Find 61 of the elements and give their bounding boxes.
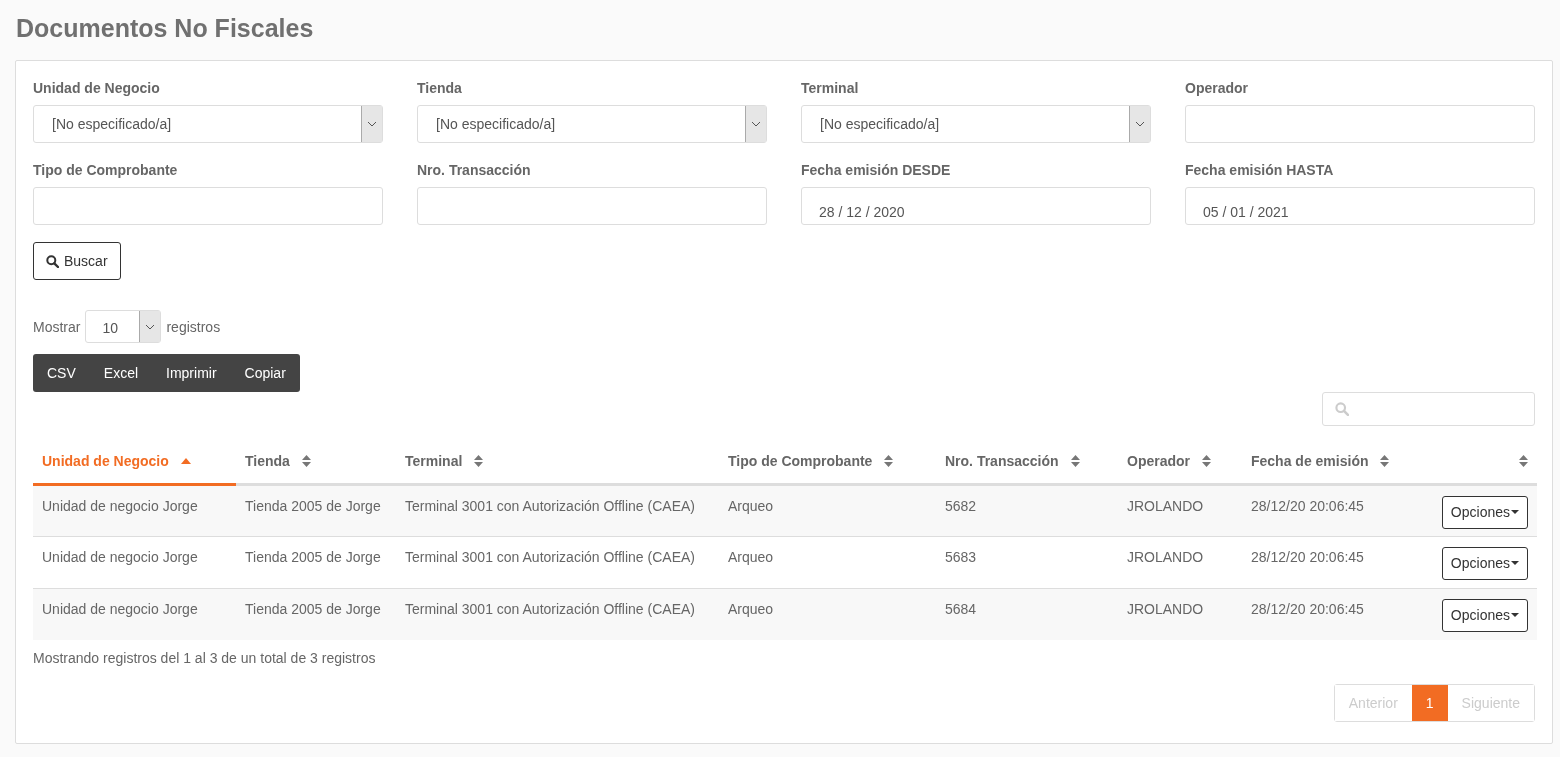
field-label: Unidad de Negocio: [33, 79, 161, 97]
field-label: Tipo de Comprobante: [33, 161, 179, 179]
length-label: Mostrar: [33, 318, 81, 335]
export-button[interactable]: Copiar: [230, 354, 300, 392]
table-cell: Tienda 2005 de Jorge: [236, 484, 396, 536]
table-cell: JROLANDO: [1118, 588, 1242, 640]
input-field[interactable]: [1185, 105, 1535, 143]
sort-icon: [1380, 455, 1390, 468]
table-cell: Arqueo: [719, 484, 936, 536]
table-cell: Unidad de negocio Jorge: [33, 484, 236, 536]
sort-icon: [1070, 455, 1080, 468]
table-cell: 28/12/20 20:06:45: [1242, 588, 1420, 640]
input-field[interactable]: [33, 187, 383, 225]
table-cell: 5684: [936, 588, 1118, 640]
table-cell: 5682: [936, 484, 1118, 536]
search-button[interactable]: Buscar: [33, 242, 121, 280]
export-button[interactable]: Imprimir: [152, 354, 231, 392]
sort-icon: [1519, 455, 1528, 468]
search-icon: [1335, 402, 1349, 416]
options-button[interactable]: Opciones: [1441, 598, 1528, 632]
sort-icon: [474, 455, 484, 468]
options-button[interactable]: Opciones: [1441, 546, 1528, 580]
table-cell: Arqueo: [719, 588, 936, 640]
table-cell: Unidad de negocio Jorge: [33, 588, 236, 640]
table-cell: 28/12/20 20:06:45: [1242, 484, 1420, 536]
sort-icon: [1202, 455, 1211, 468]
length-label: registros: [166, 318, 221, 335]
sort-ascending-icon: [180, 458, 191, 465]
caret-icon: [1511, 561, 1519, 565]
export-button[interactable]: CSV: [33, 354, 90, 392]
input-field[interactable]: [417, 187, 767, 225]
caret-icon: [1511, 613, 1519, 617]
options-button[interactable]: Opciones: [1441, 495, 1528, 529]
field-label: Operador: [1185, 79, 1249, 97]
page-size-select[interactable]: 10: [85, 310, 162, 343]
search-field[interactable]: [1322, 392, 1535, 426]
select-field[interactable]: [No especificado/a]: [33, 105, 383, 143]
field-label: Tienda: [417, 79, 463, 97]
field-label: Fecha emisión DESDE: [801, 161, 952, 179]
chevron-down-icon: [139, 311, 161, 342]
sort-icon: [301, 455, 311, 468]
select-field[interactable]: [No especificado/a]: [417, 105, 767, 143]
field-label: Terminal: [801, 79, 860, 97]
sort-icon: [884, 455, 894, 468]
input-field[interactable]: 28 / 12 / 2020: [801, 187, 1151, 225]
input-field[interactable]: 05 / 01 / 2021: [1185, 187, 1535, 225]
table-cell: Terminal 3001 con Autorización Offline (CAEA): [396, 588, 719, 640]
table-cell: Tienda 2005 de Jorge: [236, 588, 396, 640]
chevron-down-icon: [1129, 106, 1150, 142]
field-label: Nro. Transacción: [417, 161, 532, 179]
search-icon: [46, 254, 59, 268]
export-button[interactable]: Excel: [89, 354, 153, 392]
field-label: Fecha emisión HASTA: [1185, 161, 1335, 179]
page-title: Documentos No Fiscales: [16, 13, 315, 44]
chevron-down-icon: [361, 106, 382, 142]
caret-icon: [1511, 510, 1519, 514]
table-cell: Terminal 3001 con Autorización Offline (CAEA): [396, 484, 719, 536]
select-field[interactable]: [No especificado/a]: [801, 105, 1151, 143]
chevron-down-icon: [745, 106, 766, 142]
table-cell: JROLANDO: [1118, 484, 1242, 536]
table-info: Mostrando registros del 1 al 3 de un total de 3 registros: [33, 650, 377, 666]
